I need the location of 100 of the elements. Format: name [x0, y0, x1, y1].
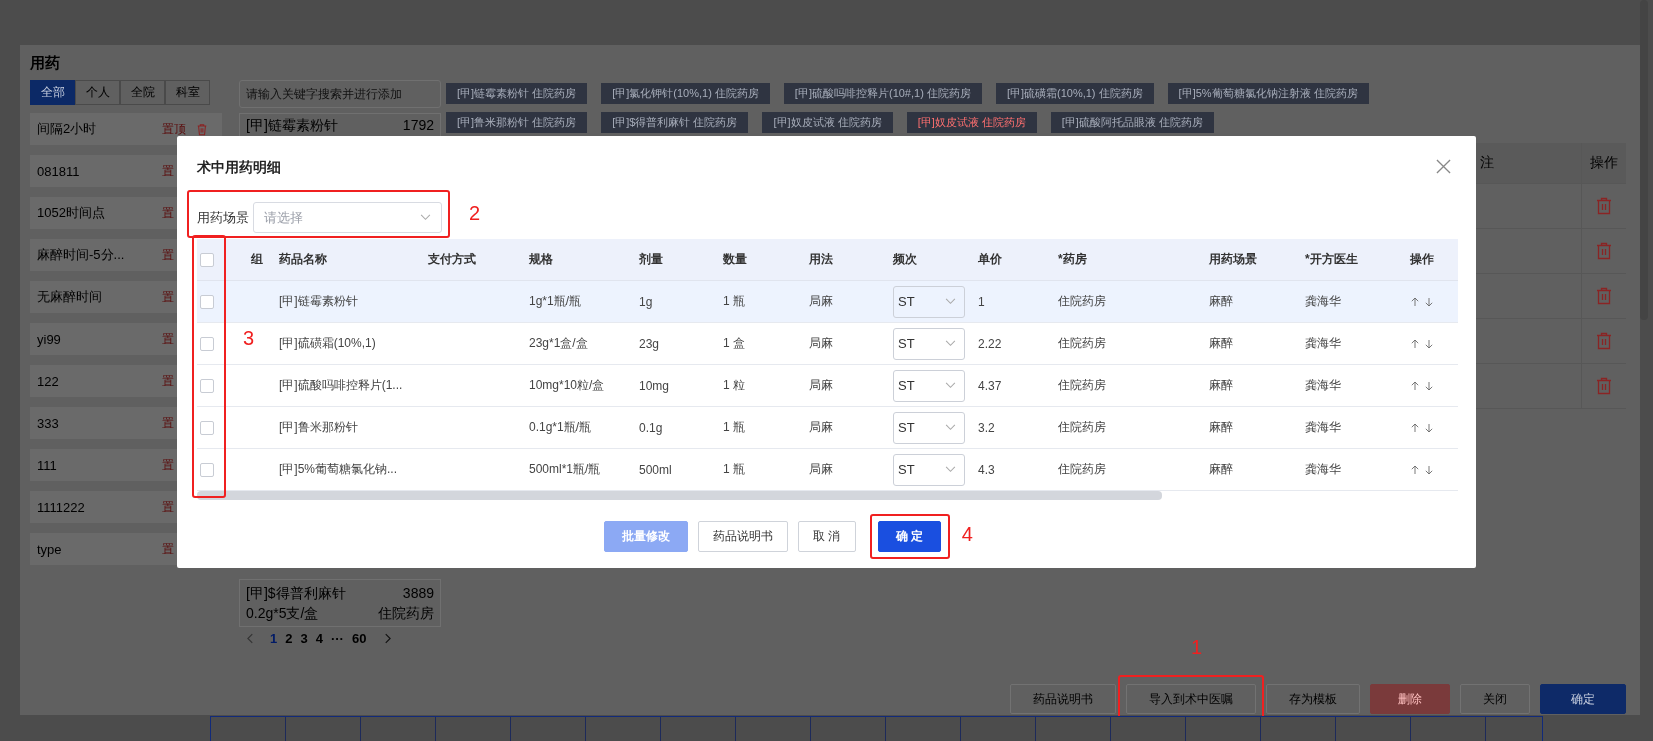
scope-tab[interactable]: 全院 [120, 80, 165, 105]
chevron-right-icon[interactable] [384, 633, 392, 644]
pin-link[interactable]: 置 [162, 288, 174, 306]
checkbox[interactable] [200, 294, 214, 309]
action-button[interactable]: 关闭 [1460, 684, 1530, 714]
frequency-select[interactable]: ST [893, 411, 965, 444]
chevron-down-icon[interactable] [945, 340, 956, 347]
frequency-select[interactable]: ST [893, 327, 965, 360]
page-link[interactable]: 4 [315, 631, 323, 646]
move-down-icon[interactable] [1424, 422, 1433, 433]
drug-tag[interactable]: [甲]奴皮试液 住院药房 [906, 112, 1037, 133]
chevron-down-icon[interactable] [945, 298, 956, 305]
page-link[interactable]: ··· [330, 631, 344, 646]
move-up-icon[interactable] [1410, 338, 1419, 349]
drug-card[interactable]: [甲]$得普利麻针 3889 0.2g*5支/盒 住院药房 [239, 579, 441, 627]
page-link[interactable]: 2 [285, 631, 293, 646]
drug-tag[interactable]: [甲]硫酸吗啡控释片(10#,1) 住院药房 [783, 83, 982, 104]
template-name: 081811 [37, 163, 81, 179]
drug-tag[interactable]: [甲]鲁米那粉针 住院药房 [446, 112, 588, 133]
trash-icon[interactable] [196, 122, 208, 136]
checkbox[interactable] [200, 462, 214, 477]
table-row[interactable]: [甲]链霉素粉针 1g*1瓶/瓶 1g 1 瓶 局麻 ST 1 住院药房 麻醉 龚海华 [197, 281, 1458, 323]
action-button[interactable]: 删除 [1370, 684, 1450, 714]
drug-tag[interactable]: [甲]5%葡萄糖氯化钠注射液 住院药房 [1167, 83, 1369, 104]
template-name: 间隔2小时 [37, 120, 98, 138]
chevron-down-icon[interactable] [945, 382, 956, 389]
template-item[interactable]: 间隔2小时 置顶 [30, 113, 222, 145]
move-down-icon[interactable] [1424, 296, 1433, 307]
trash-icon[interactable] [1596, 242, 1612, 260]
scrollbar[interactable] [197, 491, 1162, 500]
scope-tab[interactable]: 全部 [30, 80, 75, 105]
move-down-icon[interactable] [1424, 464, 1433, 475]
trash-icon[interactable] [1596, 287, 1612, 305]
pin-link[interactable]: 置 [162, 540, 174, 558]
drug-card[interactable]: [甲]链霉素粉针 1792 [239, 113, 441, 137]
checkbox[interactable] [200, 336, 214, 351]
table-cell: 10mg*10粒/盒 [529, 377, 605, 394]
action-button[interactable]: 存为模板 [1266, 684, 1360, 714]
checkbox[interactable] [200, 420, 214, 435]
scope-tab[interactable]: 科室 [165, 80, 210, 105]
pin-link[interactable]: 置顶 [162, 120, 186, 138]
action-button[interactable]: 药品说明书 [1010, 684, 1116, 714]
pin-link[interactable]: 置 [162, 414, 174, 432]
move-up-icon[interactable] [1410, 464, 1419, 475]
table-row[interactable]: [甲]硫酸吗啡控释片(1... 10mg*10粒/盒 10mg 1 粒 局麻 ST 4.37 住院药房 麻醉 龚海华 [197, 365, 1458, 407]
table-cell: 0.1g*1瓶/瓶 [529, 419, 592, 436]
template-name: yi99 [37, 331, 62, 347]
drug-tag[interactable]: [甲]链霉素粉针 住院药房 [446, 83, 588, 104]
table-cell: 500ml*1瓶/瓶 [529, 461, 601, 478]
frequency-select[interactable]: ST [893, 453, 965, 486]
pin-link[interactable]: 置 [162, 372, 174, 390]
move-down-icon[interactable] [1424, 380, 1433, 391]
chevron-down-icon[interactable] [945, 466, 956, 473]
action-button[interactable]: 确定 [1540, 684, 1626, 714]
action-button[interactable]: 药品说明书 [698, 521, 789, 552]
scene-select[interactable]: 请选择 [253, 202, 442, 233]
checkbox[interactable] [200, 252, 214, 267]
template-name: 122 [37, 373, 60, 389]
trash-icon[interactable] [1596, 332, 1612, 350]
page-link[interactable]: 3 [300, 631, 308, 646]
table-cell: 住院药房 [1058, 335, 1106, 352]
page-link[interactable]: 60 [351, 631, 367, 646]
scrollbar[interactable] [1640, 0, 1648, 320]
scope-tab[interactable]: 个人 [75, 80, 120, 105]
frequency-select[interactable]: ST [893, 285, 965, 318]
page-link[interactable]: 1 [270, 631, 278, 646]
column-header: 频次 [893, 251, 917, 268]
close-icon[interactable] [1436, 158, 1451, 174]
pin-link[interactable]: 置 [162, 246, 174, 264]
drug-tag[interactable]: [甲]氯化钾针(10%,1) 住院药房 [601, 83, 770, 104]
move-up-icon[interactable] [1410, 296, 1419, 307]
move-down-icon[interactable] [1424, 338, 1433, 349]
trash-icon[interactable] [1596, 197, 1612, 215]
drug-tag[interactable]: [甲]奴皮试液 住院药房 [762, 112, 893, 133]
search-field[interactable]: 请输入关键字搜索并进行添加 [239, 80, 441, 108]
pin-link[interactable]: 置 [162, 162, 174, 180]
column-header: 规格 [529, 251, 553, 268]
pin-link[interactable]: 置 [162, 330, 174, 348]
drug-spec: 0.2g*5支/盒 [246, 604, 319, 623]
chevron-down-icon[interactable] [420, 214, 431, 221]
annotation-number: 1 [1191, 636, 1203, 659]
action-button[interactable]: 取 消 [798, 521, 856, 552]
move-up-icon[interactable] [1410, 380, 1419, 391]
drug-tag[interactable]: [甲]硫磺霜(10%,1) 住院药房 [995, 83, 1154, 104]
checkbox[interactable] [200, 378, 214, 393]
trash-icon[interactable] [1596, 377, 1612, 395]
pin-link[interactable]: 置 [162, 456, 174, 474]
frequency-select[interactable]: ST [893, 369, 965, 402]
drug-tag[interactable]: [甲]$得普利麻针 住院药房 [601, 112, 749, 133]
action-button[interactable]: 导入到术中医嘱 [1126, 684, 1256, 714]
chevron-down-icon[interactable] [945, 424, 956, 431]
table-cell: 1 瓶 [723, 293, 745, 310]
drug-tag[interactable]: [甲]硫酸阿托品眼液 住院药房 [1050, 112, 1214, 133]
pin-link[interactable]: 置 [162, 498, 174, 516]
move-up-icon[interactable] [1410, 422, 1419, 433]
annotation-number: 4 [961, 523, 973, 546]
chevron-left-icon[interactable] [247, 633, 254, 644]
table-row[interactable]: [甲]鲁米那粉针 0.1g*1瓶/瓶 0.1g 1 瓶 局麻 ST 3.2 住院药房 麻醉 龚海华 [197, 407, 1458, 449]
pin-link[interactable]: 置 [162, 204, 174, 222]
action-button[interactable]: 确 定 [877, 521, 941, 552]
